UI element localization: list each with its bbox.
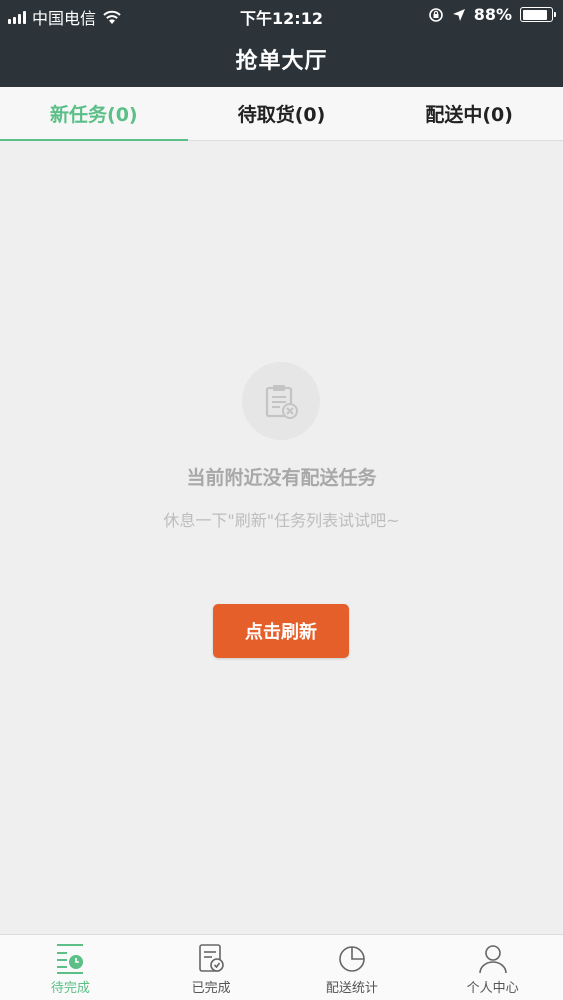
battery-fill: [522, 9, 548, 20]
completed-doc-icon: [199, 944, 224, 972]
empty-subtitle: 休息一下"刷新"任务列表试试吧~: [163, 511, 400, 530]
bottom-tab-label: 待完成: [50, 981, 90, 996]
bottom-tab-label: 个人中心: [466, 981, 519, 996]
bottom-tab-stats[interactable]: 配送统计: [282, 935, 423, 1000]
tab-awaiting-pickup[interactable]: 待取货(0): [188, 87, 376, 140]
page-title: 抢单大厅: [235, 48, 328, 74]
pending-list-icon: [57, 944, 84, 974]
refresh-button[interactable]: 点击刷新: [213, 604, 349, 658]
bottom-tab-bar: 待完成 已完成 配送统计 个人中心: [0, 934, 563, 1000]
person-icon: [478, 945, 507, 974]
rotation-lock-icon: [428, 7, 443, 22]
pie-chart-icon: [339, 946, 365, 972]
tab-delivering[interactable]: 配送中(0): [375, 87, 563, 140]
status-right: 88%: [428, 5, 556, 24]
battery-icon: [520, 7, 556, 22]
battery-percent: 88%: [473, 5, 512, 24]
clipboard-x-icon-graphic: [265, 385, 298, 419]
bottom-tab-label: 配送统计: [325, 981, 378, 996]
task-tabs: 新任务(0) 待取货(0) 配送中(0): [0, 87, 563, 141]
bottom-tab-pending[interactable]: 待完成: [0, 935, 141, 1000]
clipboard-x-icon: [242, 362, 320, 440]
empty-title: 当前附近没有配送任务: [186, 467, 377, 489]
location-arrow-icon: [452, 8, 465, 21]
tab-new-tasks[interactable]: 新任务(0): [0, 87, 188, 141]
bottom-tab-label: 已完成: [191, 981, 231, 996]
status-bar: 中国电信 下午12:12 88%: [0, 0, 563, 30]
bottom-tab-completed[interactable]: 已完成: [141, 935, 282, 1000]
bottom-tab-profile[interactable]: 个人中心: [422, 935, 563, 1000]
nav-bar: 抢单大厅: [0, 30, 563, 87]
